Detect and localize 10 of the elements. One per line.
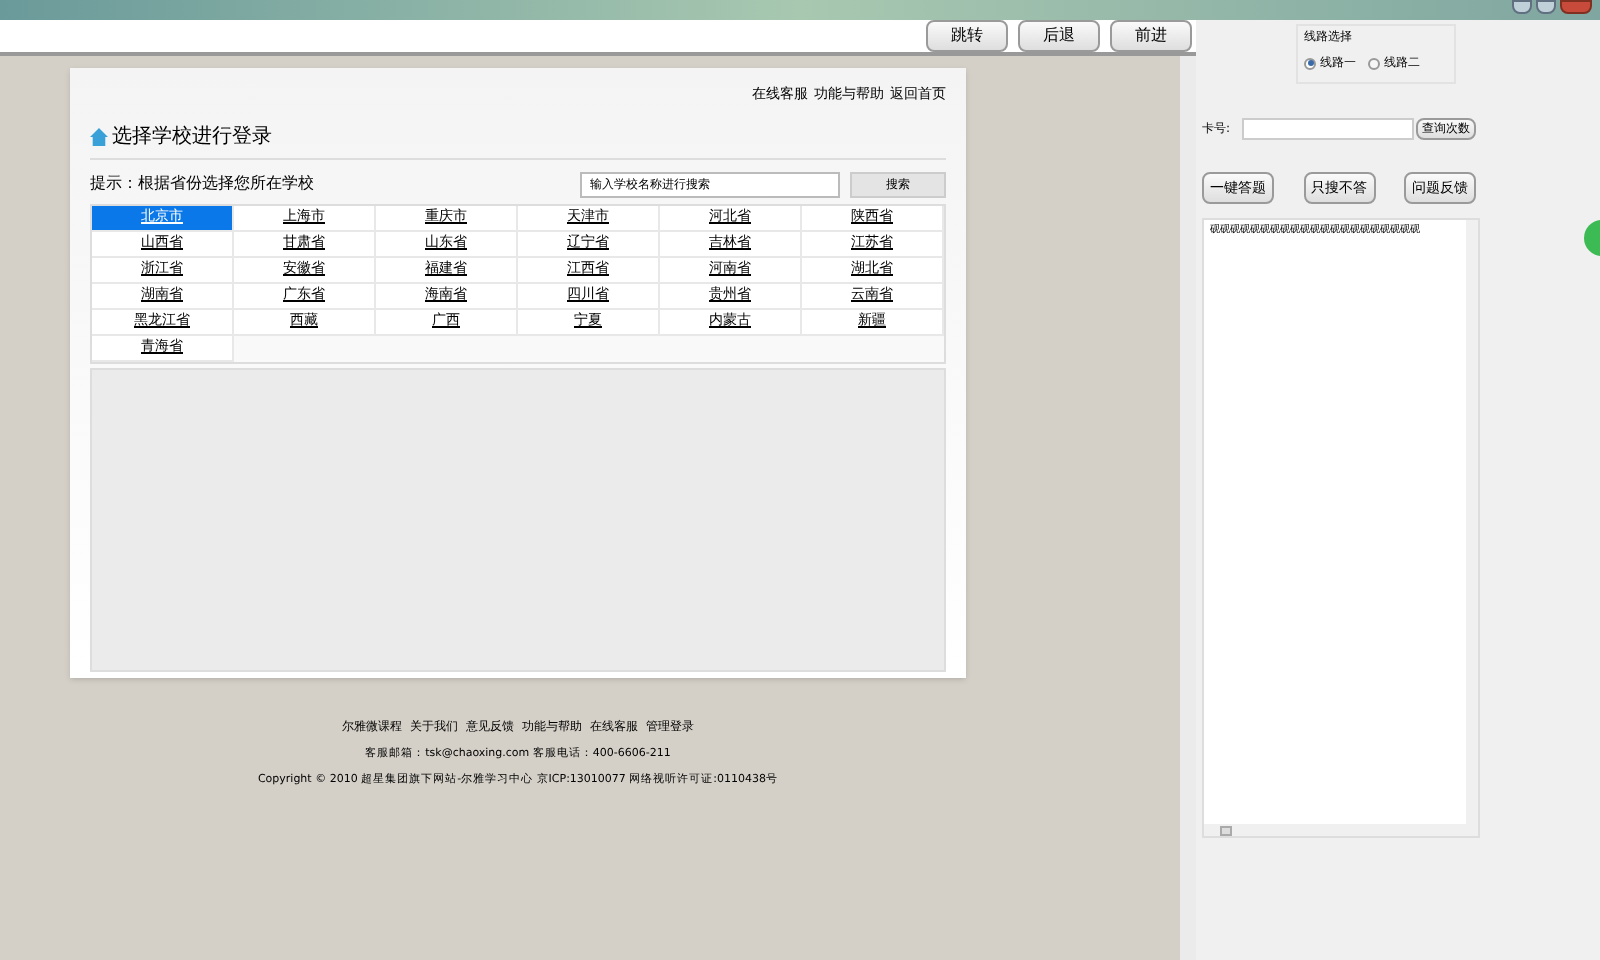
page-heading: 选择学校进行登录 [112,123,272,151]
button[interactable]: 跳转 [926,20,1008,52]
hint-text: 提示：根据省份选择您所在学校 [90,172,316,196]
close-icon[interactable] [1560,0,1592,14]
button[interactable]: 后退 [1018,20,1100,52]
maximize-icon[interactable] [1536,0,1556,14]
card-number-field[interactable] [1242,118,1414,140]
home-icon [90,127,108,145]
button[interactable]: 前进 [1110,20,1192,52]
minimize-icon[interactable] [1512,0,1532,14]
